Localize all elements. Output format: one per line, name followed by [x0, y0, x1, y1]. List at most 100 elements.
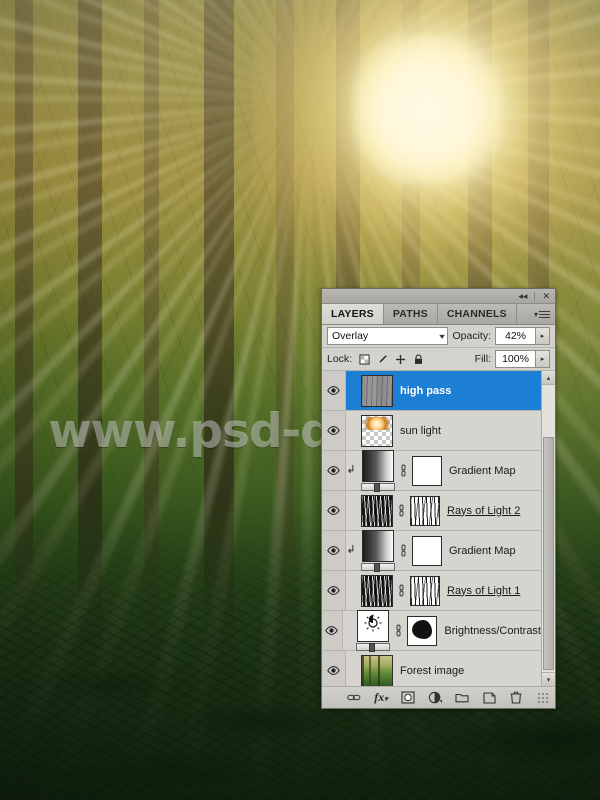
blend-mode-select[interactable]: Overlay ▾ [327, 327, 449, 345]
layer-style-fx-button[interactable]: fx▾ [374, 690, 388, 705]
eye-icon[interactable] [322, 371, 346, 410]
layer-thumbnails [356, 654, 393, 686]
blend-mode-row: Overlay ▾ Opacity: 42% ▸ [322, 325, 555, 348]
mask-link-icon[interactable] [397, 504, 406, 517]
mask-link-icon[interactable] [399, 544, 408, 557]
layers-list-wrap: high pass sun light ↲ Gradient Map Rays of L… [322, 371, 555, 686]
layer-thumbnail[interactable] [361, 374, 393, 407]
layer-thumbnail[interactable] [362, 450, 394, 482]
layer-row[interactable]: Brightness/Contrast [322, 610, 541, 652]
scroll-up-icon[interactable]: ▴ [542, 371, 555, 385]
layer-name[interactable]: Rays of Light 1 [440, 585, 520, 597]
layer-thumbnail[interactable] [357, 610, 390, 642]
layer-thumbnails [356, 414, 393, 447]
layer-thumbnail-wrap [361, 530, 395, 572]
adjustment-slider[interactable] [356, 643, 391, 652]
layer-thumbnails [356, 450, 442, 492]
svg-text:▾: ▾ [440, 699, 442, 704]
tab-paths[interactable]: PATHS [384, 304, 438, 324]
lock-move-icon[interactable] [395, 354, 406, 365]
titlebar-divider [534, 291, 536, 301]
eye-icon[interactable] [322, 651, 346, 686]
lock-brush-icon[interactable] [377, 354, 388, 365]
layer-name[interactable]: Gradient Map [442, 545, 516, 557]
layer-name[interactable]: Rays of Light 2 [440, 505, 520, 517]
mask-link-icon[interactable] [399, 464, 408, 477]
panel-menu-lines [539, 309, 550, 320]
layer-mask-thumbnail[interactable] [412, 455, 442, 486]
layer-name[interactable]: sun light [393, 425, 441, 437]
eye-icon[interactable] [322, 571, 346, 610]
new-layer-button[interactable] [482, 691, 496, 705]
layer-mask-thumbnail[interactable] [410, 575, 440, 606]
layer-thumbnails [351, 610, 438, 652]
layer-thumbnails [356, 530, 442, 572]
layer-thumbnail-wrap [361, 574, 393, 607]
scroll-down-icon[interactable]: ▾ [542, 672, 555, 686]
close-panel-icon[interactable]: ✕ [542, 291, 550, 301]
opacity-control: 42% ▸ [495, 327, 550, 345]
layer-name[interactable]: Forest image [393, 665, 464, 677]
eye-icon[interactable] [322, 491, 346, 530]
layer-row[interactable]: Forest image [322, 651, 541, 686]
layer-row[interactable]: sun light [322, 411, 541, 451]
tab-layers[interactable]: LAYERS [322, 304, 384, 324]
eye-icon[interactable] [322, 611, 343, 650]
eye-icon[interactable] [322, 531, 346, 570]
layer-thumbnail[interactable] [361, 574, 393, 607]
panel-resize-grip[interactable] [538, 692, 548, 703]
layer-row[interactable]: Rays of Light 2 [322, 491, 541, 531]
layers-scrollbar[interactable]: ▴ ▾ [541, 371, 555, 686]
fill-control: 100% ▸ [495, 350, 550, 368]
layer-thumbnail[interactable] [361, 654, 393, 686]
link-layers-button[interactable] [347, 691, 361, 705]
tabbar-filler [517, 304, 531, 324]
layer-thumbnail-wrap [356, 610, 391, 652]
lock-transparency-icon[interactable] [359, 353, 370, 365]
adjustment-slider[interactable] [361, 483, 395, 492]
layer-row[interactable]: Rays of Light 1 [322, 571, 541, 611]
layer-row[interactable]: ↲ Gradient Map [322, 530, 541, 572]
lock-buttons [359, 353, 424, 365]
layer-thumbnails [356, 574, 440, 607]
fill-input[interactable]: 100% [495, 350, 536, 368]
layers-list: high pass sun light ↲ Gradient Map Rays of L… [322, 371, 541, 686]
lock-label: Lock: [327, 353, 353, 365]
delete-layer-button[interactable] [509, 691, 523, 705]
layer-mask-thumbnail[interactable] [412, 535, 442, 566]
layer-thumbnail[interactable] [361, 414, 393, 447]
opacity-label: Opacity: [452, 330, 491, 342]
layer-row[interactable]: high pass [322, 371, 541, 411]
layer-thumbnail-wrap [361, 414, 393, 447]
layer-row[interactable]: ↲ Gradient Map [322, 450, 541, 492]
clipping-mask-arrow-icon: ↲ [346, 544, 356, 556]
new-adjustment-layer-button[interactable]: ▾ [428, 691, 442, 705]
layer-mask-thumbnail[interactable] [410, 495, 440, 526]
layer-name[interactable]: high pass [393, 385, 451, 397]
scrollbar-track[interactable] [542, 385, 555, 672]
opacity-spinner-icon[interactable]: ▸ [536, 327, 550, 345]
panel-titlebar: ◂◂ ✕ [322, 289, 555, 304]
collapse-panel-icon[interactable]: ◂◂ [518, 291, 527, 301]
layer-thumbnail[interactable] [361, 494, 393, 527]
layer-thumbnail[interactable] [362, 530, 394, 562]
new-group-button[interactable] [455, 691, 469, 705]
lock-fill-row: Lock: Fill: 100% ▸ [322, 348, 555, 371]
panel-menu-icon[interactable]: ▾ [531, 304, 555, 324]
mask-link-icon[interactable] [394, 624, 403, 637]
fill-spinner-icon[interactable]: ▸ [536, 350, 550, 368]
scrollbar-thumb[interactable] [543, 437, 554, 670]
layers-panel: ◂◂ ✕ LAYERS PATHS CHANNELS ▾ Overlay ▾ O… [321, 288, 556, 709]
eye-icon[interactable] [322, 411, 346, 450]
eye-icon[interactable] [322, 451, 346, 490]
add-layer-mask-button[interactable] [401, 691, 415, 705]
layer-name[interactable]: Gradient Map [442, 465, 516, 477]
lock-all-icon[interactable] [413, 353, 424, 365]
clipping-mask-arrow-icon: ↲ [346, 464, 356, 476]
layer-name[interactable]: Brightness/Contrast [437, 625, 541, 637]
tab-channels[interactable]: CHANNELS [438, 304, 517, 324]
adjustment-slider[interactable] [361, 563, 395, 572]
opacity-input[interactable]: 42% [495, 327, 536, 345]
layer-mask-thumbnail[interactable] [407, 615, 438, 646]
mask-link-icon[interactable] [397, 584, 406, 597]
